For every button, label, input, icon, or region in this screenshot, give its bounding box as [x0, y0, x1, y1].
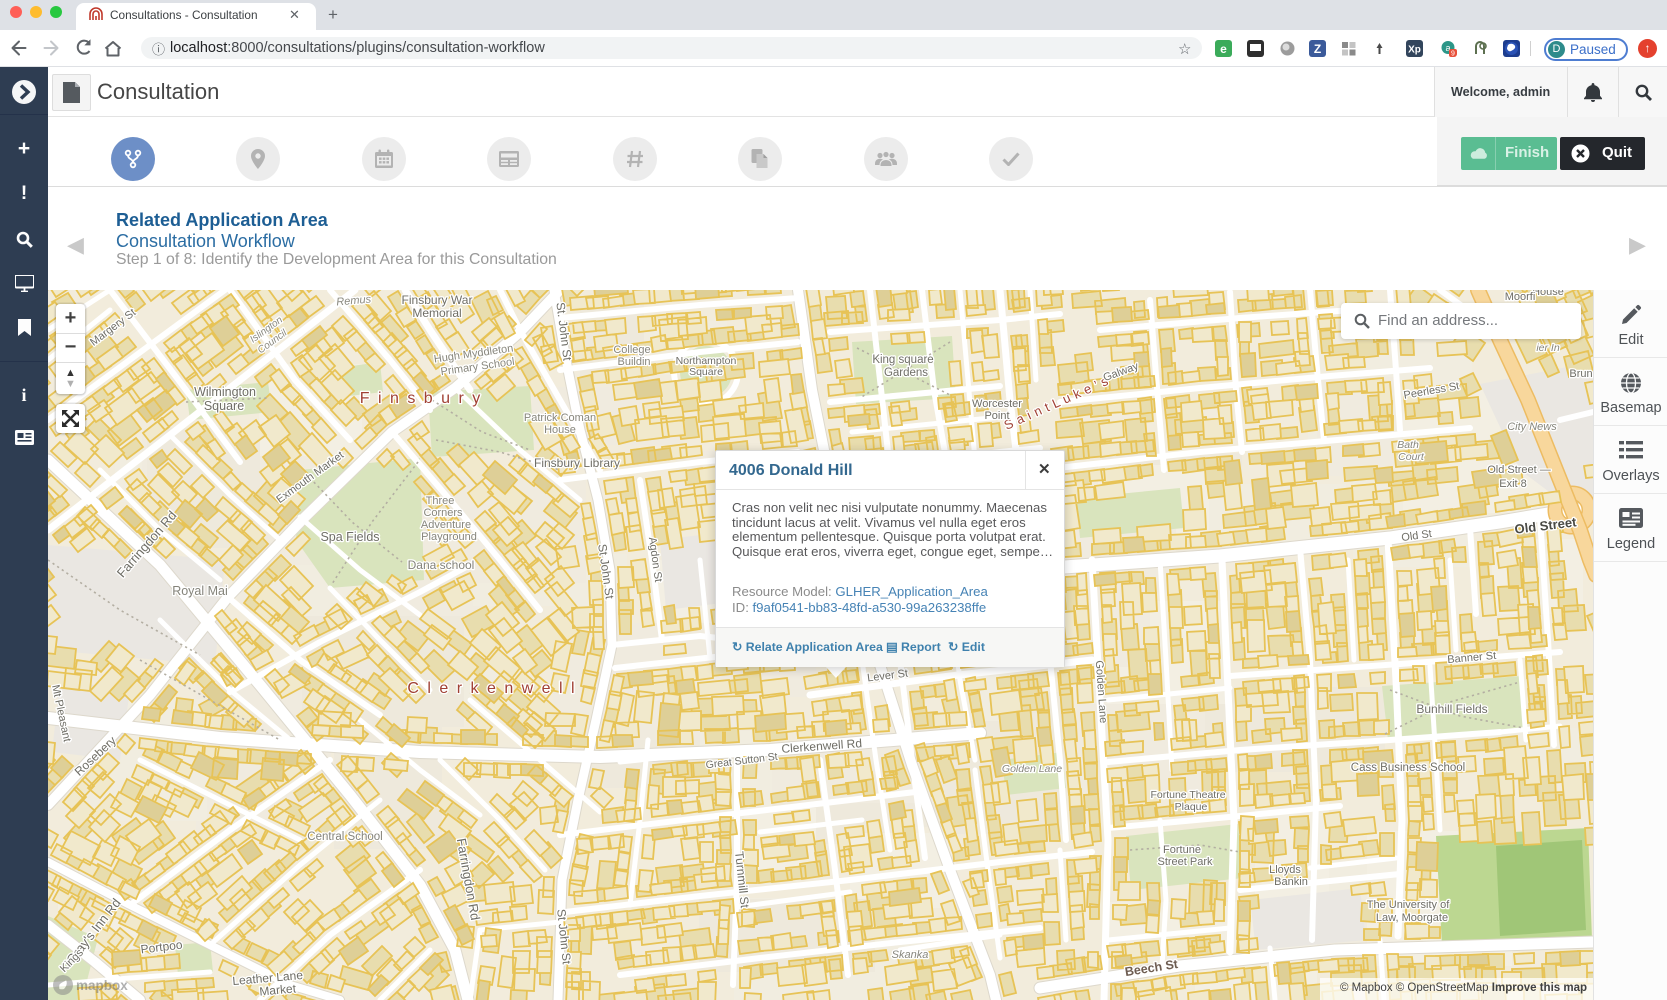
svg-text:mapbox: mapbox — [76, 978, 128, 993]
svg-text:Street Park: Street Park — [1157, 856, 1213, 868]
svg-text:Central School: Central School — [307, 831, 382, 843]
svg-text:Exit 8: Exit 8 — [1499, 478, 1527, 490]
svg-text:Square: Square — [204, 399, 244, 413]
svg-text:Dana school: Dana school — [408, 558, 475, 572]
svg-text:Memorial: Memorial — [412, 306, 461, 320]
svg-text:Z: Z — [1314, 42, 1321, 56]
svg-text:Fortune: Fortune — [1163, 844, 1201, 856]
svg-text:King square: King square — [872, 354, 933, 366]
svg-text:Finsbury War: Finsbury War — [402, 293, 473, 307]
svg-text:Bunhill Fields: Bunhill Fields — [1416, 702, 1487, 716]
svg-text:Bankin: Bankin — [1274, 876, 1308, 888]
svg-text:Law, Moorgate: Law, Moorgate — [1376, 912, 1448, 924]
svg-text:Adventure: Adventure — [421, 519, 471, 531]
svg-text:Plaque: Plaque — [1175, 801, 1208, 813]
svg-text:Playground: Playground — [421, 531, 477, 543]
svg-text:Three: Three — [426, 495, 455, 507]
svg-text:C l e r k e n w e l l: C l e r k e n w e l l — [407, 680, 576, 697]
svg-text:ier In: ier In — [1536, 342, 1560, 354]
svg-text:e: e — [1220, 42, 1227, 56]
svg-text:Patrick Coman: Patrick Coman — [524, 412, 596, 424]
svg-text:Skanka: Skanka — [892, 949, 929, 961]
svg-text:Point: Point — [984, 410, 1009, 422]
svg-text:The University of: The University of — [1367, 899, 1450, 911]
svg-text:House: House — [544, 424, 576, 436]
svg-text:Xp: Xp — [1408, 45, 1421, 56]
svg-text:Lloyds: Lloyds — [1269, 864, 1301, 876]
svg-text:Cass Business School: Cass Business School — [1351, 762, 1465, 774]
svg-text:Buildin: Buildin — [617, 356, 650, 368]
svg-text:Golden Lane: Golden Lane — [1002, 763, 1062, 775]
svg-text:Square: Square — [689, 366, 723, 378]
svg-text:F i n s b u r y: F i n s b u r y — [360, 390, 482, 407]
svg-text:Fortune Theatre: Fortune Theatre — [1150, 789, 1225, 801]
svg-text:Moorfi: Moorfi — [1505, 291, 1536, 303]
svg-text:Wilmington: Wilmington — [194, 385, 256, 399]
svg-text:College: College — [613, 344, 650, 356]
svg-text:City News: City News — [1507, 421, 1557, 433]
svg-text:9: 9 — [1451, 51, 1455, 58]
svg-text:Corners: Corners — [423, 507, 463, 519]
svg-text:Finsbury Library: Finsbury Library — [534, 456, 620, 470]
svg-text:Worcester: Worcester — [972, 398, 1022, 410]
svg-text:Brun: Brun — [1569, 368, 1592, 380]
svg-text:Court: Court — [1398, 451, 1425, 463]
svg-text:Spa Fields: Spa Fields — [320, 530, 379, 544]
svg-text:Gardens: Gardens — [884, 367, 928, 379]
svg-text:Royal Mai: Royal Mai — [172, 584, 228, 598]
svg-text:Bath: Bath — [1397, 439, 1419, 451]
svg-text:Old Street —: Old Street — — [1487, 464, 1551, 476]
svg-text:House: House — [1532, 290, 1564, 298]
